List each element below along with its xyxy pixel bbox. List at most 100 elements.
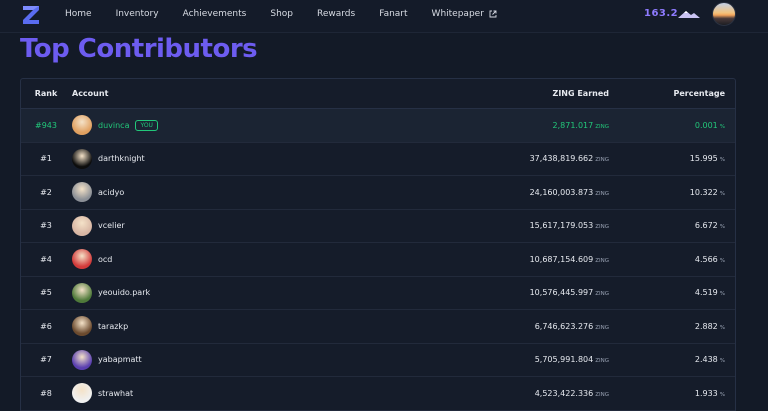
percentage-cell: 15.995% [609,154,725,163]
rank-cell: #5 [40,288,52,298]
account-name[interactable]: tarazkp [98,322,128,331]
percentage-value: 2.882 [694,321,718,331]
table-row[interactable]: #1 darthknight 37,438,819.662 ZING 15.995% [21,143,735,176]
avatar [72,316,92,337]
percent-unit: % [719,257,725,264]
percentage-value: 1.933 [694,388,718,398]
percentage-cell: 1.933% [609,389,725,398]
nav-whitepaper-label: Whitepaper [431,8,484,19]
percentage-cell: 2.882% [609,322,725,331]
earned-cell: 37,438,819.662 ZING [371,154,609,163]
avatar [72,349,92,370]
percentage-value: 15.995 [689,154,718,164]
zing-balance: 163.2 [644,8,679,19]
table-row[interactable]: #5 yeouido.park 10,576,445.997 ZING 4.519% [21,277,735,310]
rank-cell: #943 [35,120,57,130]
table-body: #943 duvinca YOU 2,871.017 ZING 0.001% #1 darth… [21,109,735,411]
percentage-cell: 6.672% [609,221,725,230]
nav-rewards[interactable]: Rewards [317,9,355,19]
account-name[interactable]: yabapmatt [98,355,142,364]
nav-shop[interactable]: Shop [270,9,293,19]
table-header: Rank Account ZING Earned Percentage [21,79,735,109]
header-percentage: Percentage [673,89,725,98]
zing-unit: ZING [595,257,609,264]
percentage-value: 6.672 [694,221,718,231]
table-row[interactable]: #3 vcelier 15,617,179.053 ZING 6.672% [21,210,735,243]
percent-unit: % [719,190,725,197]
zing-mountain-icon [678,11,700,18]
account-name[interactable]: ocd [98,255,112,264]
percent-unit: % [719,123,725,130]
earned-value: 10,576,445.997 [529,288,594,298]
account-cell[interactable]: ocd [71,249,371,270]
table-row[interactable]: #7 yabapmatt 5,705,991.804 ZING 2.438% [21,344,735,377]
account-cell[interactable]: duvinca YOU [71,115,371,136]
earned-value: 15,617,179.053 [529,221,594,231]
percentage-value: 4.566 [694,254,718,264]
earned-cell: 2,871.017 ZING [371,121,610,130]
earned-value: 10,687,154.609 [529,254,594,264]
zing-unit: ZING [595,157,609,164]
account-name[interactable]: vcelier [98,221,125,230]
table-row[interactable]: #8 strawhat 4,523,422.336 ZING 1.933% [21,377,735,411]
percentage-cell: 4.566% [609,255,725,264]
avatar [72,249,92,270]
external-link-icon [489,10,497,17]
account-name[interactable]: acidyo [98,188,124,197]
table-row[interactable]: #6 tarazkp 6,746,623.276 ZING 2.882% [21,310,735,344]
earned-value: 6,746,623.276 [534,321,594,331]
earned-cell: 10,687,154.609 ZING [371,255,609,264]
account-cell[interactable]: vcelier [71,215,371,236]
nav-home[interactable]: Home [65,9,92,19]
rank-cell: #2 [40,187,52,197]
nav-inventory[interactable]: Inventory [116,9,159,19]
user-avatar[interactable] [712,2,736,26]
percent-unit: % [719,291,725,298]
nav-whitepaper[interactable]: Whitepaper [432,9,497,19]
rank-cell: #1 [40,154,52,164]
table-row[interactable]: #2 acidyo 24,160,003.873 ZING 10.322% [21,176,735,210]
zing-unit: ZING [595,123,609,130]
account-name[interactable]: duvinca [98,121,129,130]
earned-cell: 5,705,991.804 ZING [371,355,609,364]
zing-unit: ZING [595,224,609,231]
table-row[interactable]: #943 duvinca YOU 2,871.017 ZING 0.001% [21,109,735,143]
nav-fanart[interactable]: Fanart [379,9,407,19]
nav-achievements[interactable]: Achievements [183,9,247,19]
earned-value: 4,523,422.336 [534,388,594,398]
top-nav: Home Inventory Achievements Shop Rewards… [0,0,768,33]
avatar [72,215,92,236]
rank-cell: #7 [40,355,52,365]
zing-unit: ZING [595,391,609,398]
rank-cell: #3 [40,221,52,231]
account-name[interactable]: yeouido.park [98,288,150,297]
rank-cell: #4 [40,254,52,264]
zing-logo-icon[interactable] [20,3,42,27]
rank-cell: #8 [40,388,52,398]
account-cell[interactable]: strawhat [71,383,371,404]
rank-cell: #6 [40,321,52,331]
nav-links: Home Inventory Achievements Shop Rewards… [65,0,521,27]
account-cell[interactable]: acidyo [71,182,371,203]
percent-unit: % [719,324,725,331]
zing-unit: ZING [595,291,609,298]
account-cell[interactable]: yeouido.park [71,282,371,303]
header-earned: ZING Earned [552,89,609,98]
avatar [72,182,92,203]
avatar [72,383,92,404]
avatar [72,115,92,136]
you-badge: YOU [135,119,158,131]
earned-value: 24,160,003.873 [529,187,594,197]
account-cell[interactable]: darthknight [71,148,371,169]
account-name[interactable]: strawhat [98,389,133,398]
account-name[interactable]: darthknight [98,154,145,163]
zing-unit: ZING [595,324,609,331]
table-row[interactable]: #4 ocd 10,687,154.609 ZING 4.566% [21,243,735,277]
header-rank: Rank [34,89,58,98]
account-cell[interactable]: yabapmatt [71,349,371,370]
earned-cell: 6,746,623.276 ZING [371,322,609,331]
account-cell[interactable]: tarazkp [71,316,371,337]
earned-value: 37,438,819.662 [529,154,594,164]
header-account: Account [72,89,109,98]
percent-unit: % [719,391,725,398]
